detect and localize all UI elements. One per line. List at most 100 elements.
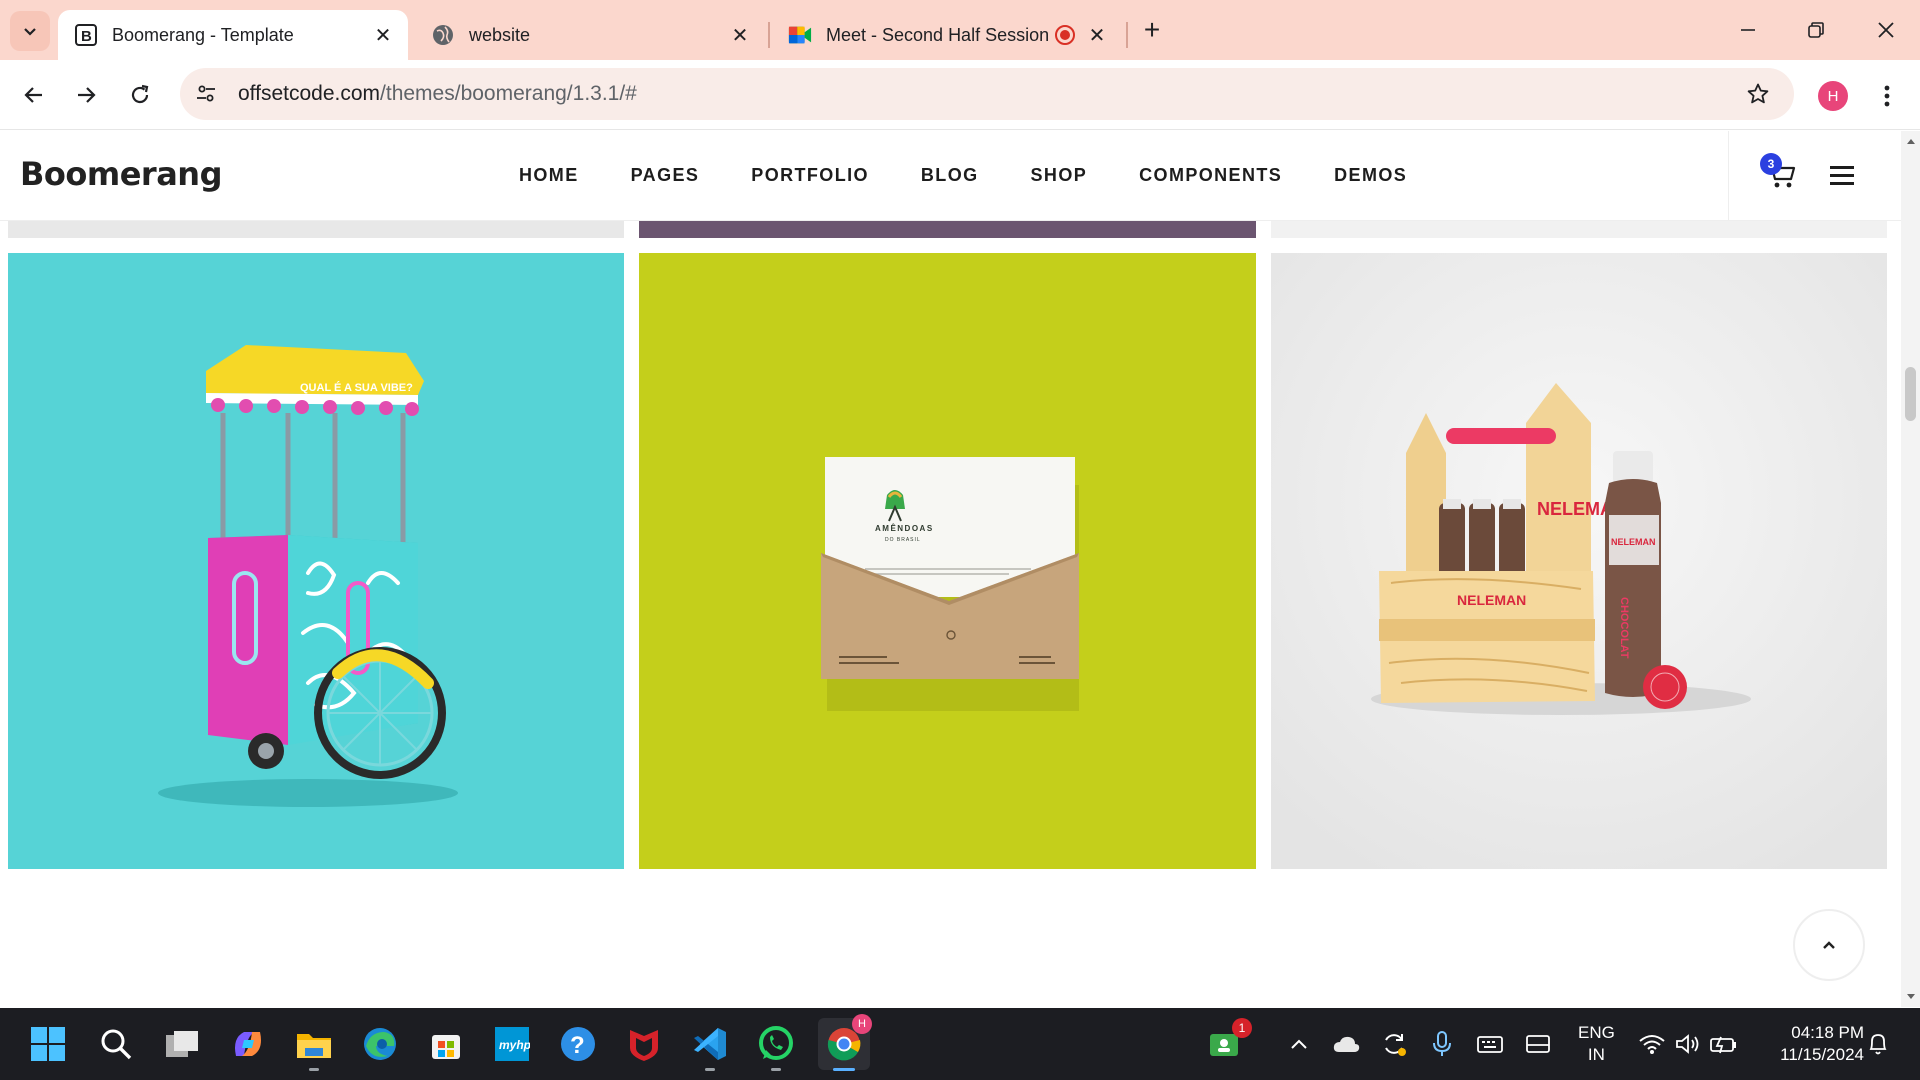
clock[interactable]: 04:18 PM 11/15/2024 (1754, 1022, 1864, 1066)
close-window-button[interactable] (1866, 10, 1906, 50)
portfolio-tile-ice-cream-cart[interactable]: QUAL É A SUA VIBE? (8, 253, 624, 869)
help-icon: ? (561, 1027, 595, 1061)
tab-title: Boomerang - Template (112, 24, 294, 45)
arrow-left-icon (24, 87, 42, 103)
bookmark-star-icon[interactable] (1744, 80, 1772, 108)
whatsapp-button[interactable] (754, 1022, 798, 1066)
nav-shop[interactable]: SHOP (1031, 165, 1088, 186)
close-tab-icon[interactable]: ✕ (368, 20, 398, 50)
tab-website[interactable]: website ✕ (415, 10, 765, 60)
restore-button[interactable] (1796, 10, 1836, 50)
chevron-up-icon (1823, 941, 1835, 949)
scrollbar-thumb[interactable] (1905, 367, 1916, 421)
sync-button[interactable] (1378, 1028, 1410, 1060)
myhp-button[interactable]: myhp (490, 1022, 534, 1066)
reload-button[interactable] (120, 75, 160, 115)
minimize-button[interactable] (1728, 10, 1768, 50)
notifications-button[interactable] (1862, 1028, 1894, 1060)
keyboard-icon (1477, 1036, 1503, 1053)
restore-icon (1808, 22, 1824, 38)
tab-separator (768, 22, 770, 48)
microphone-button[interactable] (1426, 1028, 1458, 1060)
nav-portfolio[interactable]: PORTFOLIO (751, 165, 869, 186)
volume-button[interactable] (1672, 1028, 1704, 1060)
back-button[interactable] (14, 75, 54, 115)
scroll-down-arrow-icon[interactable] (1906, 993, 1916, 1001)
touch-keyboard-button[interactable] (1474, 1028, 1506, 1060)
notification-app-button[interactable]: 1 (1202, 1018, 1252, 1066)
minimize-icon (1741, 29, 1755, 31)
task-view-button[interactable] (160, 1022, 204, 1066)
address-bar[interactable]: offsetcode.com/themes/boomerang/1.3.1/# (180, 68, 1794, 120)
store-button[interactable] (424, 1022, 468, 1066)
portfolio-tile-amendoas-envelope[interactable]: AMÊNDOAS DO BRASIL (639, 253, 1256, 869)
windows-logo-icon (31, 1027, 65, 1061)
clock-date: 11/15/2024 (1780, 1045, 1864, 1064)
browser-menu-button[interactable] (1872, 78, 1902, 114)
prev-tile-strip (1271, 221, 1887, 238)
forward-button[interactable] (66, 75, 106, 115)
tab-title: Meet - Second Half Session (826, 24, 1050, 45)
url-domain: offsetcode.com (238, 82, 381, 105)
start-button[interactable] (26, 1022, 70, 1066)
edge-button[interactable] (358, 1022, 402, 1066)
close-tab-icon[interactable]: ✕ (725, 20, 755, 50)
nav-demos[interactable]: DEMOS (1334, 165, 1407, 186)
site-settings-icon[interactable] (184, 72, 228, 116)
search-button[interactable] (94, 1022, 138, 1066)
new-tab-button[interactable]: + (1136, 14, 1168, 46)
nav-blog[interactable]: BLOG (921, 165, 979, 186)
folder-icon (297, 1034, 331, 1058)
task-view-icon (166, 1031, 198, 1057)
clock-time: 04:18 PM (1791, 1023, 1864, 1042)
microphone-icon (1433, 1031, 1451, 1056)
file-explorer-button[interactable] (292, 1022, 336, 1066)
close-tab-icon[interactable]: ✕ (1082, 20, 1112, 50)
running-indicator (771, 1068, 781, 1071)
region-code: IN (1587, 1045, 1605, 1064)
arrow-right-icon (78, 87, 96, 103)
cart-sign-text: QUAL É A SUA VIBE? (300, 381, 413, 394)
battery-button[interactable] (1708, 1028, 1740, 1060)
tab-title: website (469, 24, 531, 45)
battery-charging-icon (1710, 1036, 1736, 1054)
tab-meet[interactable]: Meet - Second Half Session ✕ (772, 10, 1122, 60)
amendoas-logo-text: AMÊNDOAS (875, 524, 934, 533)
active-indicator (833, 1068, 855, 1071)
portfolio-tile-neleman-crate[interactable]: NELEMAN NELEMAN NELEMAN CHOCOLAT (1271, 253, 1887, 869)
scroll-to-top-button[interactable] (1793, 909, 1865, 981)
nav-pages[interactable]: PAGES (631, 165, 700, 186)
chrome-button[interactable]: H (818, 1014, 872, 1070)
copilot-button[interactable] (226, 1022, 270, 1066)
tablet-mode-button[interactable] (1522, 1028, 1554, 1060)
vscode-button[interactable] (688, 1022, 732, 1066)
nav-components[interactable]: COMPONENTS (1139, 165, 1282, 186)
brand-logo[interactable]: Boomerang (20, 155, 222, 193)
nav-home[interactable]: HOME (519, 165, 579, 186)
menu-toggle-button[interactable] (1828, 163, 1856, 187)
scroll-up-arrow-icon[interactable] (1906, 137, 1916, 145)
ice-cream-cart-image: QUAL É A SUA VIBE? (158, 345, 458, 807)
reload-icon (131, 84, 149, 104)
more-vertical-icon (1884, 85, 1890, 107)
onedrive-button[interactable] (1330, 1028, 1362, 1060)
running-indicator (309, 1068, 319, 1071)
wifi-button[interactable] (1636, 1028, 1668, 1060)
help-button[interactable]: ? (556, 1022, 600, 1066)
mcafee-button[interactable] (622, 1022, 666, 1066)
copilot-icon (235, 1032, 261, 1056)
cart-button[interactable]: 3 (1760, 153, 1798, 191)
bottle-product-text: CHOCOLAT (1618, 597, 1630, 659)
show-hidden-icons-button[interactable] (1283, 1028, 1315, 1060)
amendoas-logo-subtext: DO BRASIL (885, 537, 921, 543)
envelope-image: AMÊNDOAS DO BRASIL (821, 457, 1079, 711)
site-header: Boomerang HOME PAGES PORTFOLIO BLOG SHOP… (0, 131, 1901, 221)
tab-search-button[interactable] (10, 11, 50, 51)
header-divider (1728, 131, 1729, 221)
page-scrollbar[interactable] (1901, 131, 1920, 1007)
profile-avatar[interactable]: H (1818, 81, 1848, 111)
search-icon (101, 1029, 132, 1060)
tab-boomerang[interactable]: B Boomerang - Template ✕ (58, 10, 408, 60)
whatsapp-icon (759, 1026, 793, 1060)
language-indicator[interactable]: ENG IN (1578, 1022, 1615, 1066)
